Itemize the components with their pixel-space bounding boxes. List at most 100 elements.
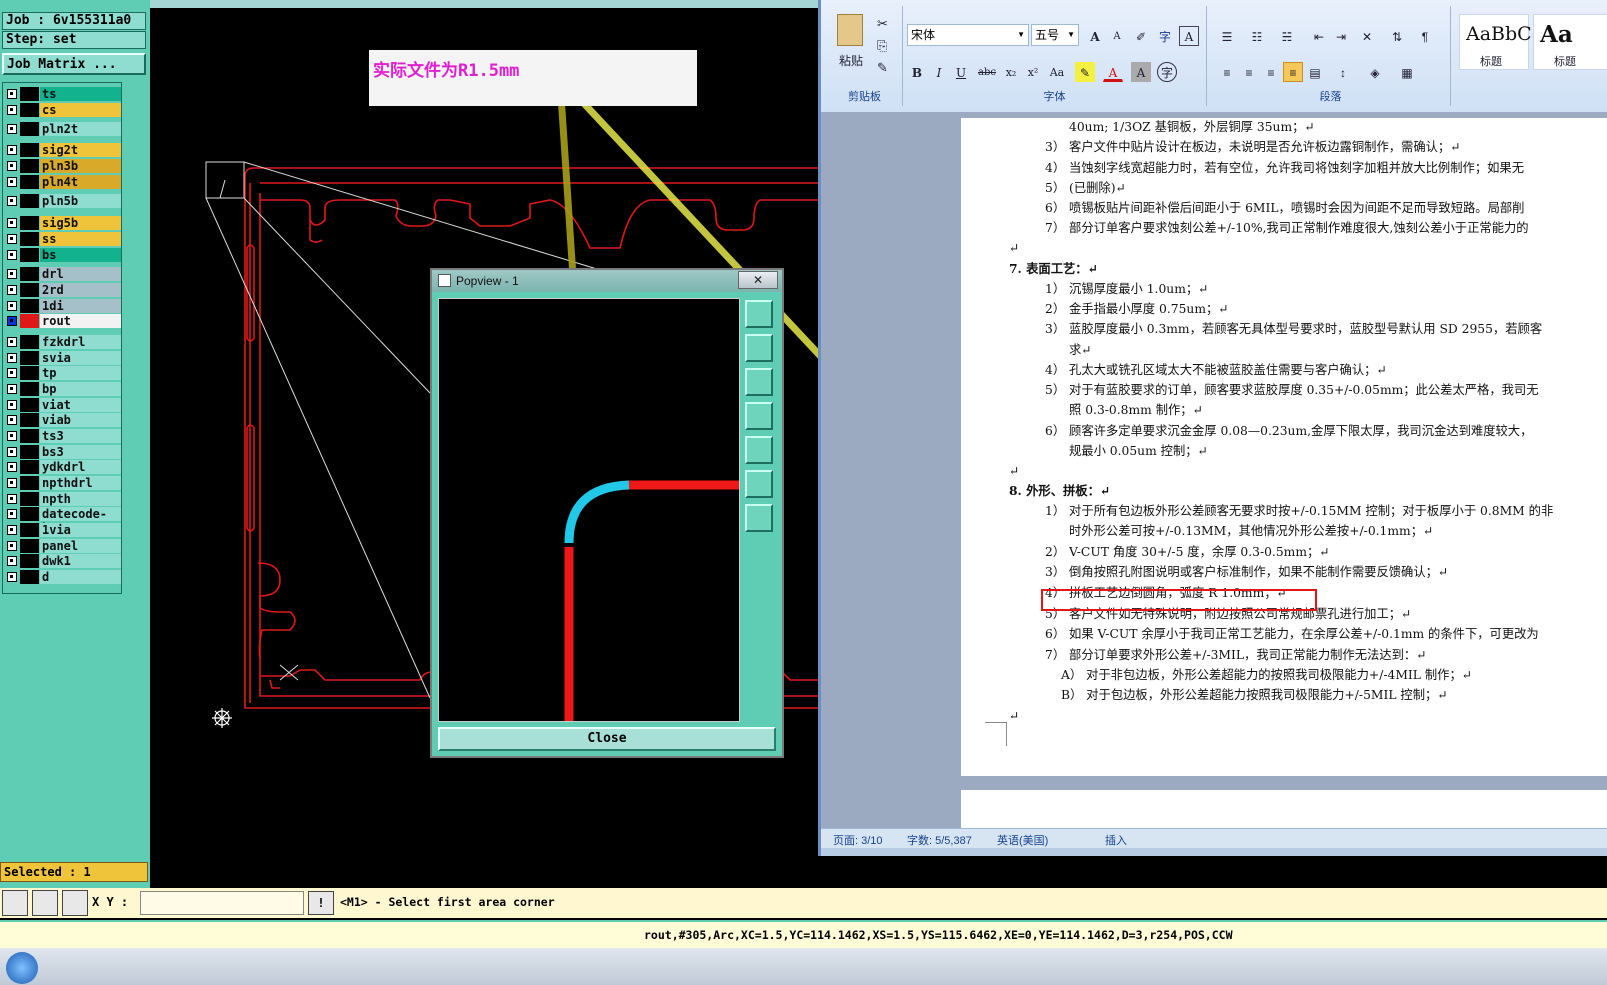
layer-row-viab[interactable]: viab <box>5 413 121 427</box>
layer-checkbox[interactable] <box>7 285 17 295</box>
layer-checkbox[interactable] <box>7 105 17 115</box>
layer-checkbox[interactable] <box>7 384 17 394</box>
layer-row-pln3b[interactable]: pln3b <box>5 159 121 173</box>
layer-row-pln5b[interactable]: pln5b <box>5 194 121 208</box>
distributed-icon[interactable]: ▤ <box>1305 62 1325 82</box>
layer-row-panel[interactable]: panel <box>5 539 121 553</box>
show-marks-icon[interactable]: ¶ <box>1415 26 1435 46</box>
layer-row-bs3[interactable]: bs3 <box>5 445 121 459</box>
pan-right-icon[interactable] <box>745 436 773 464</box>
layer-row-viat[interactable]: viat <box>5 398 121 412</box>
layer-checkbox[interactable] <box>7 250 17 260</box>
pan-left-icon[interactable] <box>745 402 773 430</box>
layer-checkbox[interactable] <box>7 415 17 425</box>
layer-row-sig2t[interactable]: sig2t <box>5 143 121 157</box>
char-shading-icon[interactable]: A <box>1131 62 1151 82</box>
char-border-icon[interactable]: A <box>1179 26 1199 46</box>
shading-icon[interactable]: ◈ <box>1365 62 1385 82</box>
layer-checkbox[interactable] <box>7 541 17 551</box>
format-painter-icon[interactable]: ✎ <box>877 60 888 76</box>
layer-checkbox[interactable] <box>7 509 17 519</box>
popview-canvas[interactable] <box>438 298 740 722</box>
layer-row-bp[interactable]: bp <box>5 382 121 396</box>
align-center-icon[interactable]: ≡ <box>1239 62 1259 82</box>
font-name-select[interactable]: 宋体 ▼ <box>907 24 1029 46</box>
layer-row-pln2t[interactable]: pln2t <box>5 122 121 136</box>
close-button[interactable]: Close <box>438 727 776 751</box>
align-right-icon[interactable]: ≡ <box>1261 62 1281 82</box>
superscript-icon[interactable]: x² <box>1023 62 1043 82</box>
shrink-font-icon[interactable]: A <box>1107 26 1127 46</box>
style-heading-1[interactable]: AaBbC 标题 <box>1459 14 1532 70</box>
job-matrix-button[interactable]: Job Matrix ... <box>2 53 146 75</box>
layer-checkbox[interactable] <box>7 218 17 228</box>
insert-mode[interactable]: 插入 <box>1105 832 1127 848</box>
info-icon[interactable]: ! <box>308 891 334 915</box>
underline-icon[interactable]: U <box>951 62 971 82</box>
change-case-icon[interactable]: Aa <box>1047 62 1067 82</box>
layer-row-svia[interactable]: svia <box>5 351 121 365</box>
sort-icon[interactable]: ⇅ <box>1387 26 1407 46</box>
paste-icon[interactable] <box>837 14 863 46</box>
layer-checkbox[interactable] <box>7 462 17 472</box>
layer-checkbox[interactable] <box>7 234 17 244</box>
layer-row-ydkdrl[interactable]: ydkdrl <box>5 460 121 474</box>
document-page[interactable]: 40um; 1/3OZ 基铜板，外层铜厚 35um；↵ 3） 客户文件中贴片设计在… <box>961 118 1607 776</box>
borders-icon[interactable]: ▦ <box>1397 62 1417 82</box>
layer-row-sig5b[interactable]: sig5b <box>5 216 121 230</box>
numbering-icon[interactable]: ☷ <box>1247 26 1267 46</box>
line-spacing-icon[interactable]: ↕ <box>1333 62 1353 82</box>
grid-icon[interactable] <box>62 890 88 916</box>
layer-row-rout[interactable]: rout <box>5 314 121 328</box>
layer-row-datecode-bs[interactable]: datecode-bs <box>5 507 121 535</box>
layer-row-1via[interactable]: 1via <box>5 523 121 537</box>
style-heading-2[interactable]: Aa 标题 <box>1533 14 1607 70</box>
enclose-char-icon[interactable]: 字 <box>1157 62 1177 82</box>
layer-checkbox[interactable] <box>7 556 17 566</box>
italic-icon[interactable]: I <box>929 62 949 82</box>
layer-row-npthdrl[interactable]: npthdrl <box>5 476 121 490</box>
layer-row-dwk1[interactable]: dwk1 <box>5 554 121 568</box>
layer-checkbox[interactable] <box>7 124 17 134</box>
clear-format-icon[interactable]: ✐ <box>1131 26 1151 46</box>
layer-row-2rd[interactable]: 2rd <box>5 283 121 297</box>
layer-checkbox[interactable] <box>7 431 17 441</box>
layer-checkbox[interactable] <box>7 145 17 155</box>
layer-checkbox[interactable] <box>7 494 17 504</box>
layer-checkbox[interactable] <box>7 177 17 187</box>
layer-row-ts[interactable]: ts <box>5 87 121 101</box>
cut-icon[interactable]: ✂ <box>877 16 888 32</box>
layer-checkbox[interactable] <box>7 196 17 206</box>
chinese-layout-icon[interactable]: ✕ <box>1357 26 1377 46</box>
popview-titlebar[interactable]: Popview - 1 ✕ <box>432 270 782 292</box>
page-indicator[interactable]: 页面: 3/10 <box>833 832 883 848</box>
layer-checkbox[interactable] <box>7 301 17 311</box>
close-icon[interactable]: ✕ <box>738 271 778 289</box>
layer-row-bs[interactable]: bs <box>5 248 121 262</box>
layer-checkbox[interactable] <box>7 572 17 582</box>
layer-row-drl[interactable]: drl <box>5 267 121 281</box>
font-color-icon[interactable]: A <box>1103 62 1123 82</box>
bullets-icon[interactable]: ☰ <box>1217 26 1237 46</box>
subscript-icon[interactable]: x₂ <box>1001 62 1021 82</box>
xy-input[interactable] <box>140 891 304 915</box>
layer-checkbox[interactable] <box>7 316 17 326</box>
zoom-fit-icon[interactable] <box>745 300 773 328</box>
layer-checkbox[interactable] <box>7 400 17 410</box>
layer-row-cs[interactable]: cs <box>5 103 121 117</box>
layer-checkbox[interactable] <box>7 353 17 363</box>
layer-row-tp[interactable]: tp <box>5 366 121 380</box>
layer-row-npth[interactable]: npth <box>5 492 121 506</box>
measure-icon[interactable] <box>32 890 58 916</box>
layer-row-pln4t[interactable]: pln4t <box>5 175 121 189</box>
layer-checkbox[interactable] <box>7 161 17 171</box>
strikethrough-icon[interactable]: abc <box>977 62 997 82</box>
layer-row-ts3[interactable]: ts3 <box>5 429 121 443</box>
decrease-indent-icon[interactable]: ⇤ <box>1309 26 1329 46</box>
layer-checkbox[interactable] <box>7 368 17 378</box>
zoom-out-icon[interactable] <box>745 504 773 532</box>
layer-checkbox[interactable] <box>7 447 17 457</box>
bold-icon[interactable]: B <box>907 62 927 82</box>
font-size-select[interactable]: 五号 ▼ <box>1031 24 1079 46</box>
layer-checkbox[interactable] <box>7 337 17 347</box>
